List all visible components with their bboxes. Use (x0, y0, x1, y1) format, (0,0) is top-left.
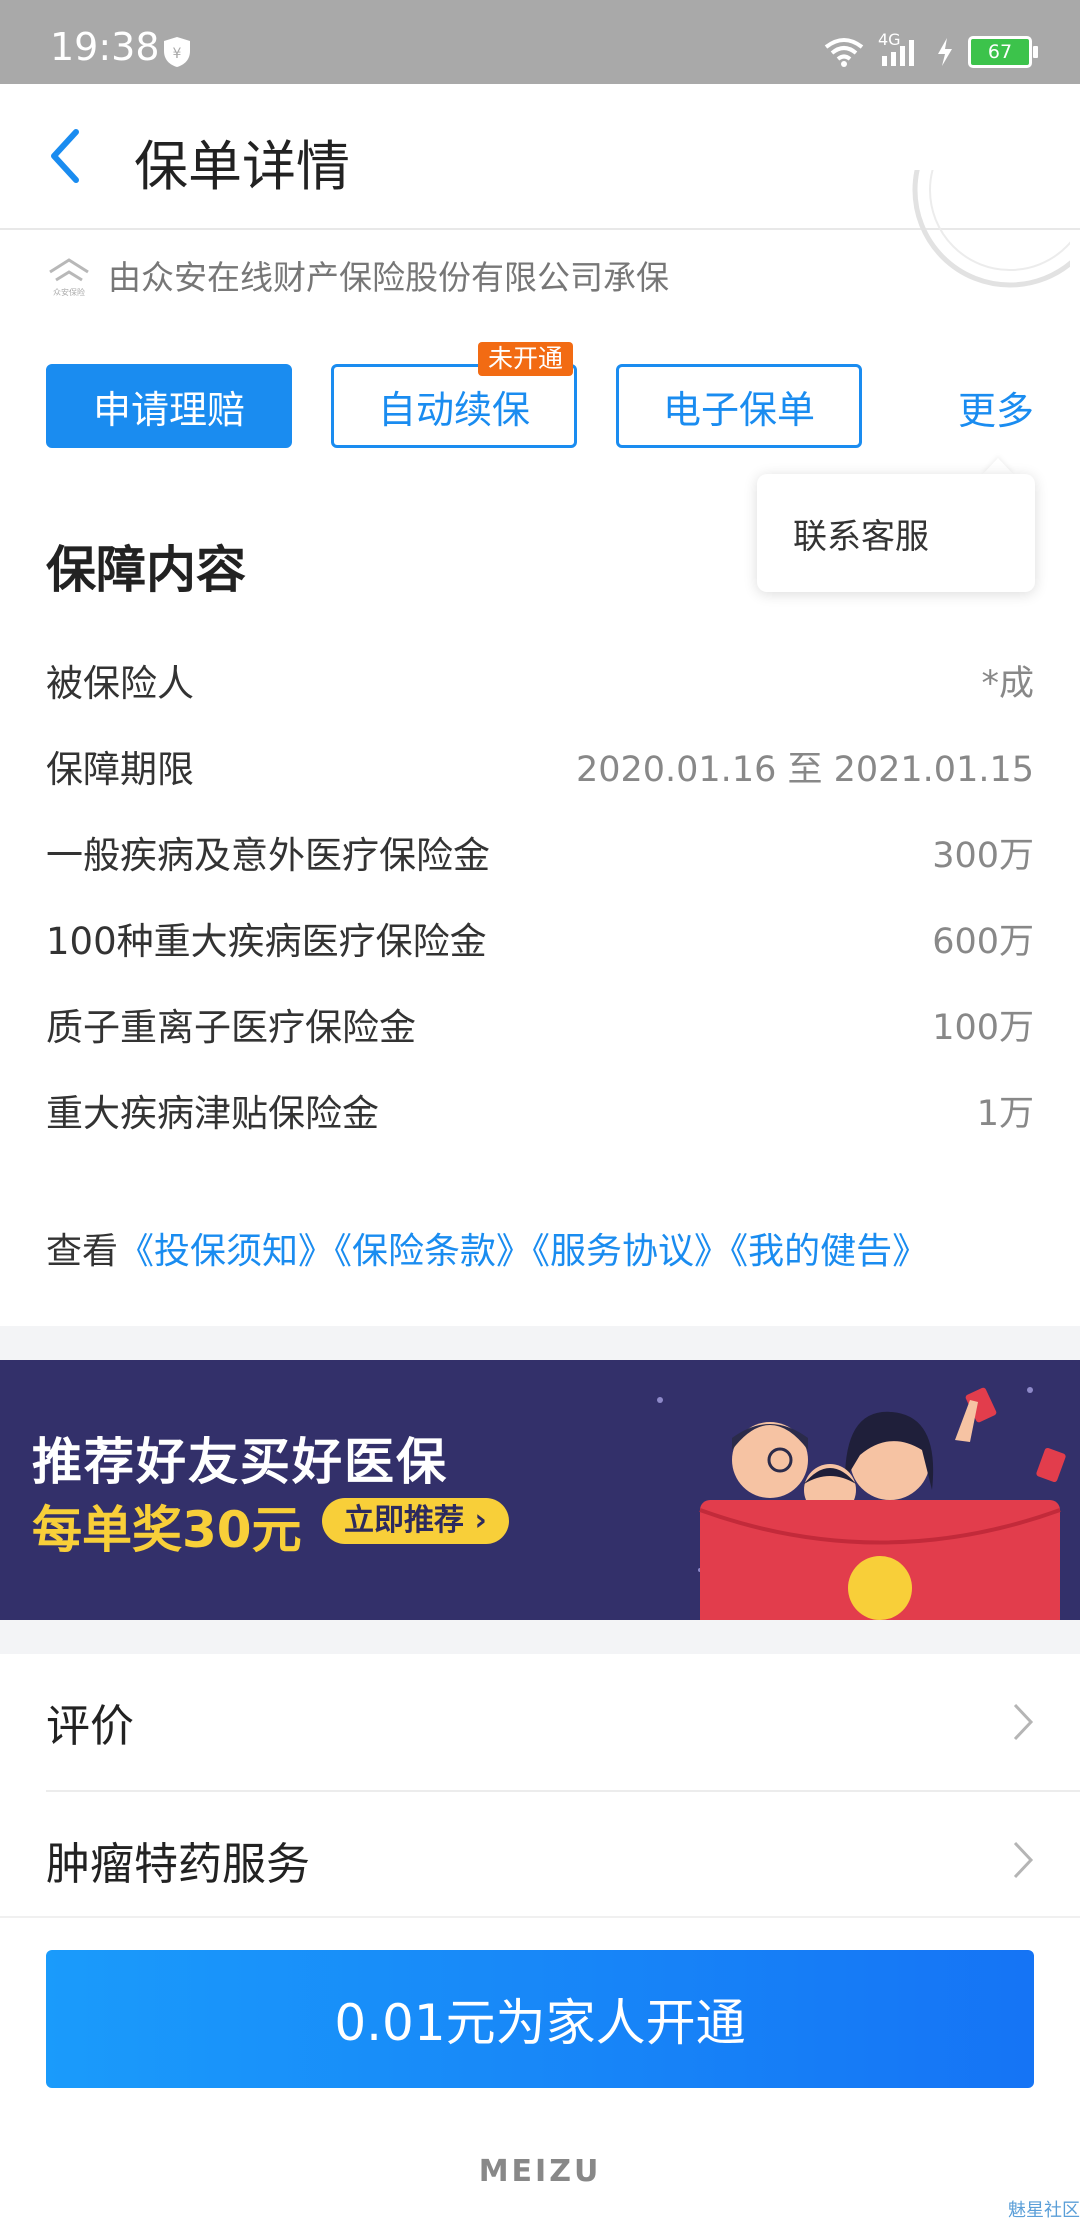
watermark: 魅星社区 (1008, 2200, 1080, 2221)
coverage-value: 2020.01.16 至 2021.01.15 (575, 749, 1034, 790)
svg-text:¥: ¥ (173, 46, 182, 62)
family-red-envelope-illustration (657, 1387, 1066, 1620)
link-health-declaration[interactable]: 《我的健告》 (730, 1231, 928, 1272)
coverage-label: 保障期限 (46, 748, 194, 791)
document-links: 查看《投保须知》《保险条款》《服务协议》《我的健告》 (46, 1222, 928, 1274)
coverage-value: 1万 (976, 1093, 1034, 1134)
shield-icon: ¥ (164, 37, 190, 67)
coverage-row: 保障期限 2020.01.16 至 2021.01.15 (46, 736, 1034, 796)
coverage-value: 100万 (932, 1007, 1034, 1048)
apply-claim-button[interactable]: 申请理赔 (46, 364, 292, 448)
back-arrow-icon[interactable] (40, 124, 96, 188)
chevron-right-icon (1013, 1703, 1034, 1741)
section-title: 保障内容 (46, 541, 246, 599)
link-service-agreement[interactable]: 《服务协议》 (532, 1231, 730, 1272)
list-item-label: 评价 (46, 1701, 134, 1752)
battery-level: 67 (987, 41, 1013, 63)
battery-icon: 67 (968, 36, 1038, 68)
more-popover: 联系客服 (757, 474, 1035, 592)
device-brand-label: MEIZU (478, 2154, 602, 2189)
charging-bolt-icon (938, 38, 952, 66)
zhongan-logo-icon: 众安保险 (49, 258, 89, 297)
coverage-row: 重大疾病津贴保险金 1万 (46, 1080, 1034, 1140)
banner-subtitle: 每单奖30元 (32, 1501, 302, 1559)
popover-arrow (982, 458, 1014, 475)
wifi-icon (824, 38, 864, 67)
coverage-value: 600万 (932, 921, 1034, 962)
section-divider (0, 1326, 1080, 1360)
status-time: 19:38 (50, 25, 160, 69)
coverage-label: 重大疾病津贴保险金 (46, 1092, 379, 1135)
e-policy-button[interactable]: 电子保单 (616, 364, 862, 448)
referral-banner[interactable]: 推荐好友买好医保 每单奖30元 立即推荐 › (0, 1360, 1080, 1620)
coverage-label: 被保险人 (46, 662, 194, 705)
status-bar: 19:38 ¥ 4G 67 (0, 0, 1080, 84)
coverage-value: 300万 (932, 835, 1034, 876)
docs-prefix: 查看 (46, 1231, 119, 1272)
chevron-right-icon (1013, 1841, 1034, 1879)
insurer-row: 众安保险 由众安在线财产保险股份有限公司承保 (46, 248, 669, 302)
insurer-text: 由众安在线财产保险股份有限公司承保 (108, 258, 669, 297)
contact-service-item[interactable]: 联系客服 (793, 509, 929, 558)
coverage-row: 被保险人 *成 (46, 650, 1034, 710)
link-policy-terms[interactable]: 《保险条款》 (334, 1231, 532, 1272)
coverage-label: 100种重大疾病医疗保险金 (46, 920, 487, 963)
recommend-now-button[interactable]: 立即推荐 › (322, 1498, 509, 1544)
coverage-label: 一般疾病及意外医疗保险金 (46, 834, 490, 877)
coverage-row: 质子重离子医疗保险金 100万 (46, 994, 1034, 1054)
status-badge: 未开通 (478, 342, 574, 376)
coverage-row: 一般疾病及意外医疗保险金 300万 (46, 822, 1034, 882)
coverage-label: 质子重离子医疗保险金 (46, 1006, 416, 1049)
link-insurance-notice[interactable]: 《投保须知》 (118, 1231, 334, 1272)
list-item-review[interactable]: 评价 (46, 1654, 1034, 1790)
banner-title: 推荐好友买好医保 (32, 1433, 448, 1491)
coverage-value: *成 (981, 663, 1034, 704)
status-icons: 4G 67 (824, 30, 1038, 70)
activate-for-family-button[interactable]: 0.01元为家人开通 (46, 1950, 1034, 2088)
logo-caption: 众安保险 (53, 287, 85, 297)
policy-stamp-graphic (912, 170, 1070, 288)
page-title: 保单详情 (134, 135, 350, 198)
auto-renew-button[interactable]: 自动续保 (331, 364, 577, 448)
list-item-tumor-drug-service[interactable]: 肿瘤特药服务 (46, 1792, 1034, 1928)
list-item-label: 肿瘤特药服务 (46, 1839, 310, 1890)
section-divider (0, 1620, 1080, 1654)
cellular-signal-icon: 4G (878, 30, 922, 68)
coverage-row: 100种重大疾病医疗保险金 600万 (46, 908, 1034, 968)
more-button[interactable]: 更多 (958, 380, 1034, 435)
